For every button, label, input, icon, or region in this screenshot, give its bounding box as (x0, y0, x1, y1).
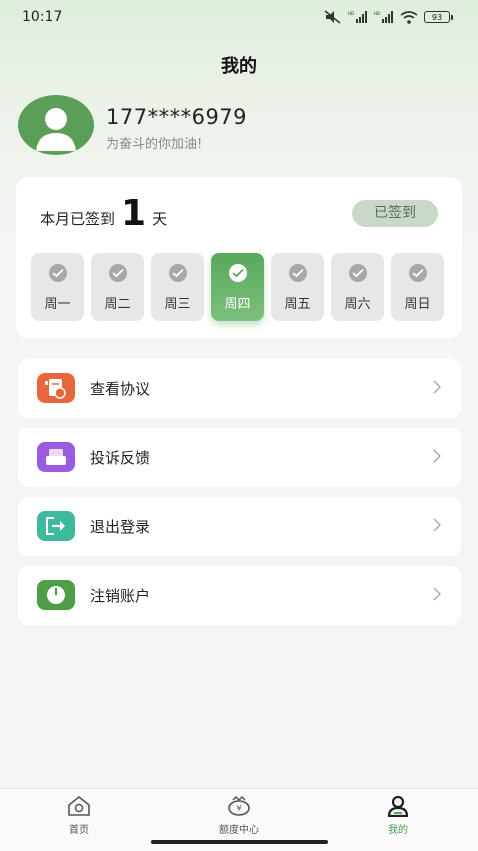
menu-label: 投诉反馈 (90, 449, 151, 467)
check-icon (348, 264, 367, 282)
tab-home[interactable]: 首页 (34, 793, 124, 836)
chevron-right-icon (433, 380, 441, 394)
menu-item-feedback[interactable]: 投诉反馈 (18, 428, 461, 487)
logout-icon (37, 511, 75, 541)
home-indicator (151, 840, 328, 844)
menu-label: 退出登录 (90, 518, 151, 536)
user-phone: 177****6979 (106, 105, 248, 129)
svg-text:HD: HD (374, 11, 380, 16)
day-label: 周六 (344, 297, 371, 312)
signal-icon-2: HD (374, 11, 393, 23)
wifi-icon (400, 10, 418, 24)
battery-level: 93 (431, 13, 443, 22)
check-icon (228, 264, 247, 282)
tab-quota-center[interactable]: ¥ 额度中心 (194, 793, 284, 836)
checkin-suffix: 天 (152, 210, 168, 228)
chevron-right-icon (433, 449, 441, 463)
day-label: 周日 (404, 297, 431, 312)
check-icon (288, 264, 307, 282)
signed-button[interactable]: 已签到 (352, 200, 438, 227)
checkin-count: 1 (121, 193, 147, 234)
day-saturday[interactable]: 周六 (331, 253, 384, 321)
tab-label: 首页 (69, 825, 89, 836)
menu-label: 查看协议 (90, 380, 151, 398)
checkin-days: 周一 周二 周三 周四 周五 周六 周日 (31, 253, 444, 321)
day-label: 周四 (224, 297, 251, 312)
day-tuesday[interactable]: 周二 (91, 253, 144, 321)
home-icon (68, 796, 90, 816)
signal-icon: HD (348, 11, 367, 23)
mute-icon (324, 10, 341, 24)
day-thursday[interactable]: 周四 (211, 253, 264, 321)
check-icon (408, 264, 427, 282)
quota-icon: ¥ (228, 795, 250, 816)
day-label: 周一 (44, 297, 71, 312)
tab-mine[interactable]: 我的 (353, 793, 443, 836)
tab-label: 我的 (388, 825, 408, 836)
day-sunday[interactable]: 周日 (391, 253, 444, 321)
check-icon (168, 264, 187, 282)
status-time: 10:17 (22, 9, 63, 25)
day-label: 周五 (284, 297, 311, 312)
avatar-person-icon (36, 108, 76, 151)
svg-text:¥: ¥ (236, 804, 241, 813)
user-motto: 为奋斗的你加油! (106, 137, 203, 152)
checkin-prefix: 本月已签到 (40, 210, 116, 228)
feedback-icon (37, 442, 75, 472)
menu-label: 注销账户 (90, 587, 151, 605)
profile-section: 177****6979 为奋斗的你加油! (18, 95, 458, 157)
check-icon (48, 264, 67, 282)
status-bar: 10:17 HD HD 93 (0, 0, 478, 34)
chevron-right-icon (433, 518, 441, 532)
page-title: 我的 (221, 56, 257, 77)
checkin-summary: 本月已签到 1 天 (40, 195, 167, 233)
battery-icon: 93 (424, 11, 453, 23)
document-icon (37, 373, 75, 403)
day-wednesday[interactable]: 周三 (151, 253, 204, 321)
user-icon (387, 795, 409, 817)
day-monday[interactable]: 周一 (31, 253, 84, 321)
menu-item-logout[interactable]: 退出登录 (18, 497, 461, 556)
menu-item-agreement[interactable]: 查看协议 (18, 359, 461, 418)
checkin-card: 本月已签到 1 天 已签到 周一 周二 周三 周四 周五 周六 周日 (16, 177, 462, 338)
status-icons: HD HD 93 (324, 10, 453, 24)
power-icon (37, 580, 75, 610)
settings-menu: 查看协议 投诉反馈 退出登录 注销账户 (18, 359, 461, 635)
day-friday[interactable]: 周五 (271, 253, 324, 321)
chevron-right-icon (433, 587, 441, 601)
tab-label: 额度中心 (219, 825, 259, 836)
menu-item-delete-account[interactable]: 注销账户 (18, 566, 461, 625)
svg-text:HD: HD (348, 11, 354, 16)
avatar[interactable] (18, 95, 94, 155)
check-icon (108, 264, 127, 282)
day-label: 周二 (104, 297, 131, 312)
day-label: 周三 (164, 297, 191, 312)
